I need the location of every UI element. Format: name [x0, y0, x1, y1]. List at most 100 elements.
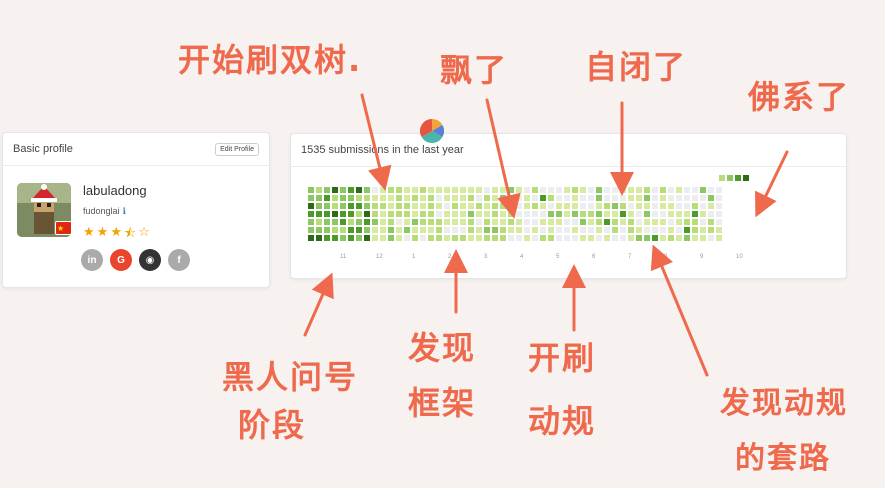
calendar-cell[interactable]	[628, 203, 634, 209]
edit-profile-button[interactable]: Edit Profile	[215, 142, 259, 156]
calendar-cell[interactable]	[532, 187, 538, 193]
calendar-cell[interactable]	[612, 219, 618, 225]
calendar-cell[interactable]	[508, 227, 514, 233]
calendar-cell[interactable]	[452, 235, 458, 241]
calendar-cell[interactable]	[572, 235, 578, 241]
calendar-cell[interactable]	[476, 211, 482, 217]
calendar-cell[interactable]	[580, 203, 586, 209]
calendar-cell[interactable]	[348, 211, 354, 217]
calendar-cell[interactable]	[540, 211, 546, 217]
calendar-cell[interactable]	[604, 187, 610, 193]
calendar-cell[interactable]	[548, 203, 554, 209]
calendar-cell[interactable]	[572, 227, 578, 233]
calendar-cell[interactable]	[652, 235, 658, 241]
calendar-cell[interactable]	[388, 187, 394, 193]
calendar-cell[interactable]	[500, 203, 506, 209]
calendar-cell[interactable]	[692, 227, 698, 233]
calendar-cell[interactable]	[340, 235, 346, 241]
calendar-cell[interactable]	[652, 187, 658, 193]
calendar-cell[interactable]	[332, 235, 338, 241]
calendar-cell[interactable]	[564, 235, 570, 241]
calendar-cell[interactable]	[716, 187, 722, 193]
calendar-cell[interactable]	[484, 195, 490, 201]
calendar-cell[interactable]	[556, 187, 562, 193]
calendar-cell[interactable]	[476, 235, 482, 241]
calendar-cell[interactable]	[500, 187, 506, 193]
calendar-cell[interactable]	[596, 203, 602, 209]
calendar-cell[interactable]	[372, 203, 378, 209]
calendar-cell[interactable]	[420, 227, 426, 233]
calendar-cell[interactable]	[532, 219, 538, 225]
calendar-cell[interactable]	[636, 187, 642, 193]
calendar-cell[interactable]	[452, 211, 458, 217]
calendar-cell[interactable]	[484, 187, 490, 193]
calendar-cell[interactable]	[572, 195, 578, 201]
calendar-cell[interactable]	[580, 211, 586, 217]
calendar-cell[interactable]	[684, 235, 690, 241]
calendar-cell[interactable]	[396, 235, 402, 241]
calendar-cell[interactable]	[420, 187, 426, 193]
calendar-cell[interactable]	[508, 211, 514, 217]
calendar-cell[interactable]	[652, 211, 658, 217]
calendar-cell[interactable]	[524, 211, 530, 217]
calendar-cell[interactable]	[716, 211, 722, 217]
calendar-cell[interactable]	[356, 203, 362, 209]
calendar-cell[interactable]	[596, 235, 602, 241]
calendar-cell[interactable]	[380, 203, 386, 209]
calendar-cell[interactable]	[452, 195, 458, 201]
calendar-cell[interactable]	[492, 203, 498, 209]
calendar-cell[interactable]	[524, 227, 530, 233]
calendar-cell[interactable]	[372, 235, 378, 241]
calendar-cell[interactable]	[428, 227, 434, 233]
calendar-cell[interactable]	[420, 203, 426, 209]
calendar-cell[interactable]	[620, 187, 626, 193]
calendar-cell[interactable]	[684, 203, 690, 209]
calendar-cell[interactable]	[324, 227, 330, 233]
calendar-cell[interactable]	[476, 227, 482, 233]
calendar-cell[interactable]	[364, 219, 370, 225]
calendar-cell[interactable]	[620, 235, 626, 241]
calendar-cell[interactable]	[468, 235, 474, 241]
calendar-cell[interactable]	[612, 187, 618, 193]
calendar-cell[interactable]	[540, 227, 546, 233]
calendar-cell[interactable]	[420, 219, 426, 225]
calendar-cell[interactable]	[324, 195, 330, 201]
calendar-cell[interactable]	[396, 227, 402, 233]
calendar-cell[interactable]	[620, 211, 626, 217]
calendar-cell[interactable]	[700, 187, 706, 193]
calendar-cell[interactable]	[532, 227, 538, 233]
calendar-cell[interactable]	[396, 187, 402, 193]
calendar-cell[interactable]	[508, 203, 514, 209]
calendar-cell[interactable]	[492, 187, 498, 193]
calendar-cell[interactable]	[428, 195, 434, 201]
calendar-cell[interactable]	[444, 235, 450, 241]
calendar-cell[interactable]	[348, 203, 354, 209]
calendar-cell[interactable]	[548, 195, 554, 201]
calendar-cell[interactable]	[540, 219, 546, 225]
calendar-cell[interactable]	[548, 235, 554, 241]
calendar-cell[interactable]	[596, 187, 602, 193]
calendar-cell[interactable]	[452, 187, 458, 193]
calendar-cell[interactable]	[644, 211, 650, 217]
calendar-cell[interactable]	[636, 219, 642, 225]
calendar-cell[interactable]	[332, 187, 338, 193]
calendar-cell[interactable]	[468, 227, 474, 233]
calendar-cell[interactable]	[508, 235, 514, 241]
calendar-cell[interactable]	[700, 195, 706, 201]
calendar-cell[interactable]	[644, 195, 650, 201]
calendar-cell[interactable]	[476, 203, 482, 209]
calendar-cell[interactable]	[548, 211, 554, 217]
calendar-cell[interactable]	[340, 203, 346, 209]
calendar-cell[interactable]	[668, 203, 674, 209]
calendar-cell[interactable]	[444, 195, 450, 201]
calendar-cell[interactable]	[508, 195, 514, 201]
calendar-cell[interactable]	[404, 203, 410, 209]
calendar-cell[interactable]	[660, 235, 666, 241]
calendar-cell[interactable]	[340, 227, 346, 233]
calendar-cell[interactable]	[532, 211, 538, 217]
calendar-cell[interactable]	[668, 235, 674, 241]
github-icon[interactable]: ◉	[139, 249, 161, 271]
calendar-cell[interactable]	[548, 227, 554, 233]
calendar-cell[interactable]	[700, 227, 706, 233]
calendar-cell[interactable]	[516, 227, 522, 233]
